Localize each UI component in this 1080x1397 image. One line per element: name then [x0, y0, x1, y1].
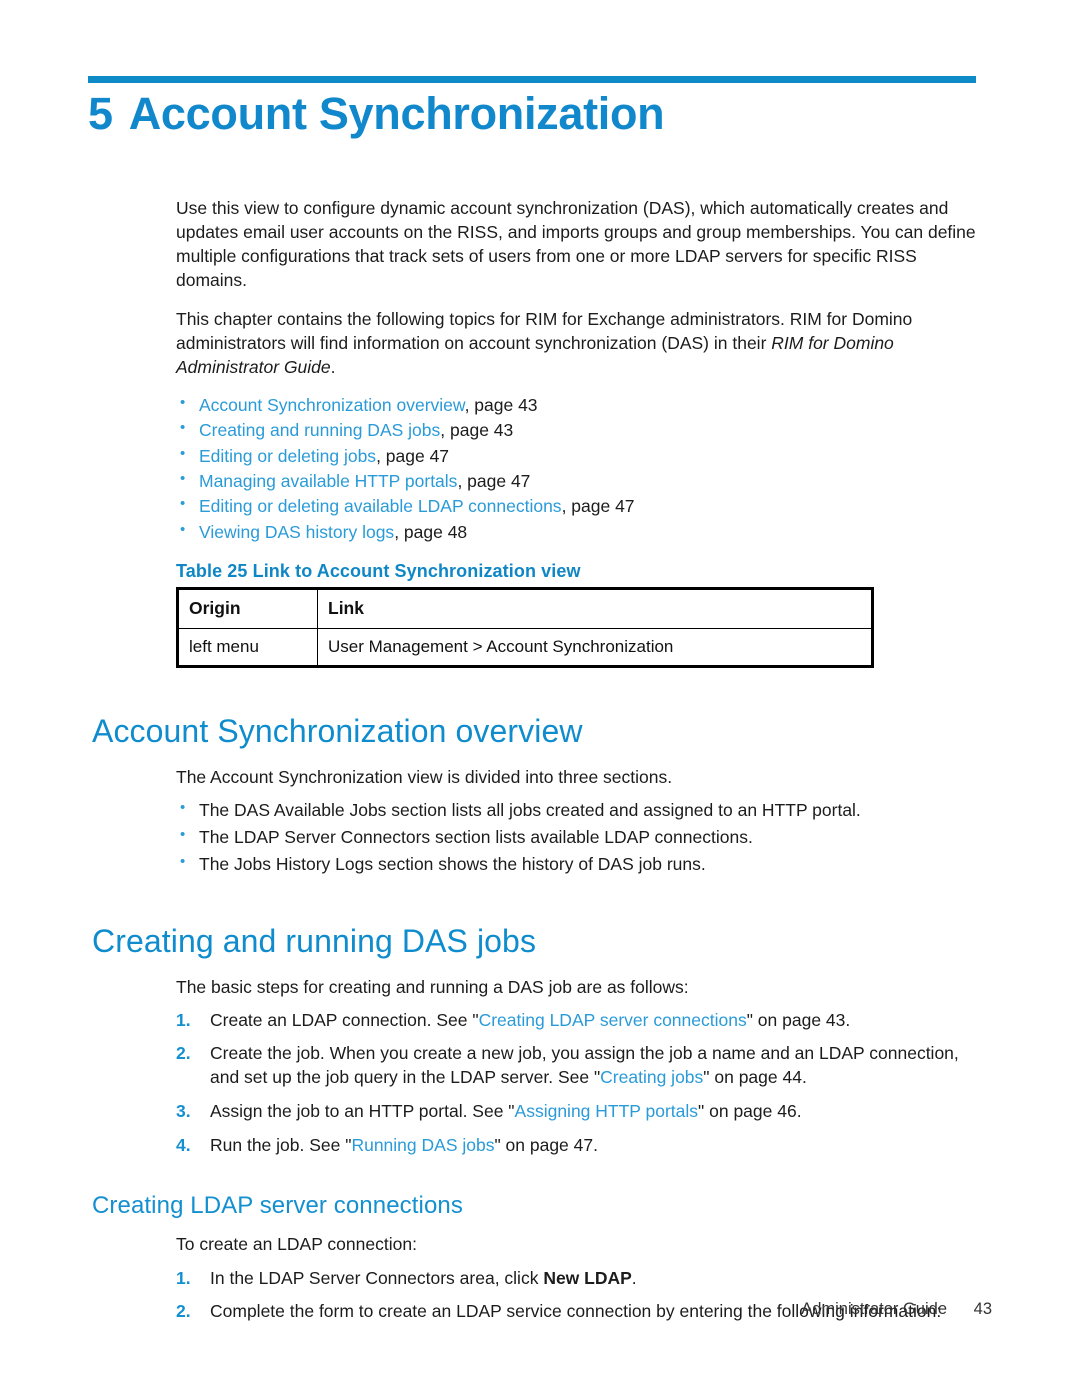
toc-link-0[interactable]: Account Synchronization overview	[199, 395, 465, 415]
intro-paragraph-2: This chapter contains the following topi…	[176, 307, 976, 379]
overview-intro: The Account Synchronization view is divi…	[176, 766, 673, 787]
toc-link-2[interactable]: Editing or deleting jobs	[199, 446, 376, 466]
list-item: Editing or deleting available LDAP conne…	[176, 493, 976, 519]
page-footer: Administrator Guide 43	[0, 1300, 1080, 1328]
page-content: Use this view to configure dynamic accou…	[0, 196, 1080, 1324]
link-table: Origin Link left menu User Management > …	[176, 587, 874, 669]
chapter-divider-rule	[88, 76, 976, 83]
step-xref-4[interactable]: Running DAS jobs	[351, 1135, 494, 1155]
creating-das-jobs-intro: The basic steps for creating and running…	[176, 976, 689, 997]
toc-suffix-3: , page 47	[457, 471, 531, 492]
list-item: 4. Run the job. See "Running DAS jobs" on…	[176, 1134, 976, 1158]
table-header-origin: Origin	[177, 588, 318, 630]
table-header-link: Link	[317, 588, 873, 630]
step-text-after-1: " on page 43.	[746, 1009, 851, 1030]
table-cell-link: User Management > Account Synchronizatio…	[317, 628, 873, 668]
document-page: 5 Account Synchronization Use this view t…	[0, 0, 1080, 1397]
toc-link-5[interactable]: Viewing DAS history logs	[199, 522, 394, 542]
step-text-before-2: Create the job. When you create a new jo…	[210, 1043, 959, 1088]
step-text-after-2: " on page 44.	[703, 1067, 807, 1088]
list-item: 3. Assign the job to an HTTP portal. See …	[176, 1100, 976, 1124]
list-item: The Jobs History Logs section shows the …	[176, 850, 976, 878]
toc-suffix-4: , page 47	[561, 496, 635, 517]
section-heading-overview: Account Synchronization overview	[92, 713, 583, 750]
toc-link-4[interactable]: Editing or deleting available LDAP conne…	[199, 496, 562, 516]
toc-suffix-2: , page 47	[376, 445, 450, 466]
step-xref-2[interactable]: Creating jobs	[600, 1067, 703, 1087]
list-item: 1. In the LDAP Server Connectors area, cl…	[176, 1267, 976, 1291]
creating-ldap-intro: To create an LDAP connection:	[176, 1234, 417, 1255]
step-text-before-1: Create an LDAP connection. See "	[210, 1009, 479, 1030]
subsection-heading-creating-ldap: Creating LDAP server connections	[92, 1191, 463, 1219]
step-xref-3[interactable]: Assigning HTTP portals	[515, 1101, 699, 1121]
intro-block: Use this view to configure dynamic accou…	[176, 196, 976, 669]
toc-suffix-5: , page 48	[394, 521, 468, 542]
toc-suffix-0: , page 43	[464, 394, 538, 415]
list-item: Managing available HTTP portals, page 47	[176, 468, 976, 494]
list-item: Viewing DAS history logs, page 48	[176, 519, 976, 545]
chapter-title: 5 Account Synchronization	[88, 88, 665, 140]
list-item: 1. Create an LDAP connection. See "Creati…	[176, 1009, 976, 1033]
footer-page-number: 43	[973, 1300, 992, 1318]
table-caption: Table 25 Link to Account Synchronization…	[176, 561, 581, 582]
step-text-after-3: " on page 46.	[698, 1101, 802, 1122]
chapter-number: 5	[88, 88, 113, 139]
step-number-4: 4.	[176, 1134, 191, 1155]
table-cell-origin: left menu	[177, 628, 318, 668]
intro-paragraph-1: Use this view to configure dynamic accou…	[176, 198, 976, 291]
step-number-2: 2.	[176, 1043, 191, 1064]
list-item: The LDAP Server Connectors section lists…	[176, 823, 976, 851]
step-text-before-3: Assign the job to an HTTP portal. See "	[210, 1101, 515, 1122]
step-number-3: 3.	[176, 1101, 191, 1122]
toc-link-3[interactable]: Managing available HTTP portals	[199, 471, 457, 491]
list-item: Editing or deleting jobs, page 47	[176, 443, 976, 469]
ldap-step-bold-1: New LDAP	[543, 1267, 632, 1288]
step-text-before-4: Run the job. See "	[210, 1134, 352, 1155]
ldap-step-text-before-1: In the LDAP Server Connectors area, clic…	[210, 1267, 544, 1288]
step-xref-1[interactable]: Creating LDAP server connections	[479, 1010, 747, 1030]
table-row: left menu User Management > Account Sync…	[177, 628, 873, 668]
ldap-step-text-after-1: .	[631, 1267, 637, 1288]
toc-link-1[interactable]: Creating and running DAS jobs	[199, 420, 440, 440]
table-header-row: Origin Link	[177, 588, 873, 630]
toc-suffix-1: , page 43	[440, 420, 514, 441]
footer-guide-label: Administrator Guide	[801, 1300, 947, 1318]
list-item: Account Synchronization overview, page 4…	[176, 392, 976, 418]
step-text-after-4: " on page 47.	[494, 1134, 598, 1155]
step-number-1: 1.	[176, 1009, 191, 1030]
overview-bullet-list: The DAS Available Jobs section lists all…	[176, 796, 976, 878]
section-heading-creating-das-jobs: Creating and running DAS jobs	[92, 923, 537, 960]
intro-paragraph-2-part2: .	[330, 356, 336, 377]
list-item: Creating and running DAS jobs, page 43	[176, 417, 976, 443]
list-item: The DAS Available Jobs section lists all…	[176, 796, 976, 824]
creating-das-jobs-steps: 1. Create an LDAP connection. See "Creati…	[176, 1009, 976, 1158]
chapter-topic-list: Account Synchronization overview, page 4…	[176, 392, 976, 545]
overview-block: The Account Synchronization view is divi…	[176, 765, 976, 879]
list-item: 2. Create the job. When you create a new …	[176, 1042, 976, 1090]
chapter-title-text: Account Synchronization	[128, 88, 665, 139]
ldap-step-number-1: 1.	[176, 1267, 191, 1288]
creating-das-jobs-block: The basic steps for creating and running…	[176, 975, 976, 1158]
